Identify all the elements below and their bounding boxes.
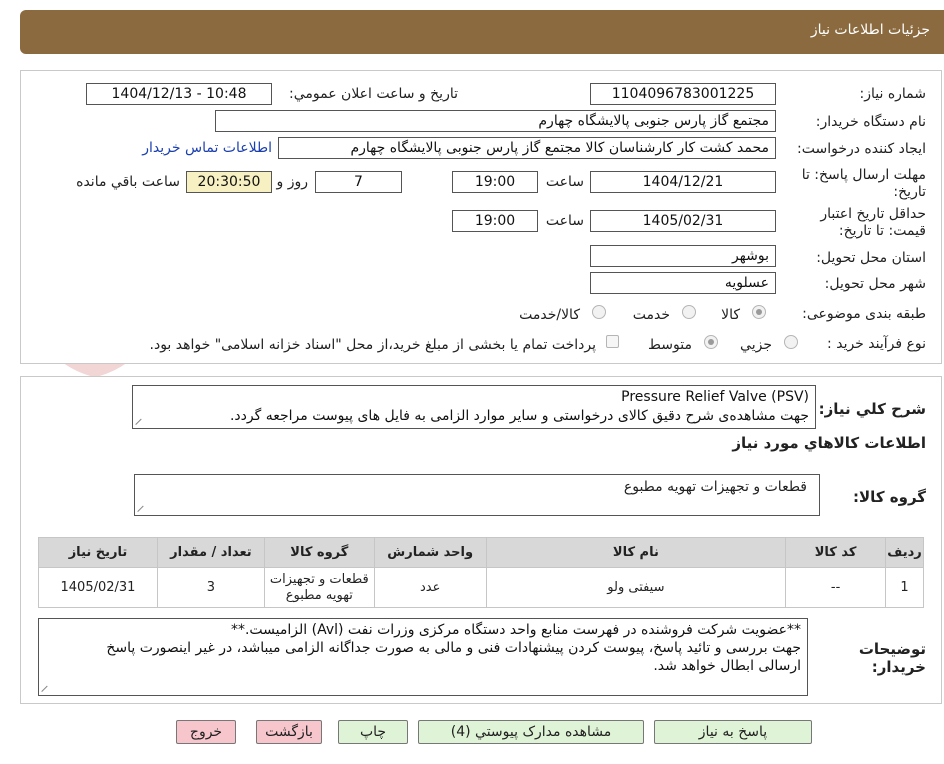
city-label: شهر محل تحويل:: [824, 276, 926, 292]
goods-group-textarea: قطعات و تجهيزات تهويه مطبوع: [134, 474, 820, 516]
goods-table: رديف کد کالا نام کالا واحد شمارش گروه کا…: [38, 537, 924, 608]
goods-table-header: رديف کد کالا نام کالا واحد شمارش گروه کا…: [38, 537, 924, 568]
notes-line-2: جهت بررسی و تائید پاسخ، پیوست کردن پیشنه…: [106, 640, 801, 656]
category-option-service: خدمت: [632, 307, 670, 323]
remaining-time-label: ساعت باقي مانده: [76, 174, 180, 190]
validity-date-field: 1405/02/31: [590, 210, 776, 232]
validity-time-label: ساعت: [545, 213, 584, 229]
province-label: استان محل تحويل:: [816, 250, 926, 266]
notes-textarea: **عضویت شرکت فروشنده در فهرست منابع واحد…: [38, 618, 808, 696]
buyer-org-label: نام دستگاه خريدار:: [815, 114, 926, 130]
announce-label: تاریخ و ساعت اعلان عمومي:: [289, 86, 458, 102]
process-option-medium: متوسط: [648, 337, 692, 353]
buyer-contact-link[interactable]: اطلاعات تماس خريدار: [142, 140, 272, 156]
category-option-goods-service: کالا/خدمت: [519, 307, 580, 323]
cell-name: سیفتی ولو: [485, 567, 787, 608]
category-radio-goods-service[interactable]: [592, 305, 606, 319]
validity-label-1: حداقل تاريخ اعتبار: [820, 206, 926, 222]
process-radio-minor[interactable]: [784, 335, 798, 349]
process-label: نوع فرآيند خريد :: [827, 336, 926, 352]
remaining-time-field: 20:30:50: [186, 171, 272, 193]
validity-time-field: 19:00: [452, 210, 538, 232]
col-row-header: رديف: [885, 537, 924, 568]
validity-label-2: قيمت: تا تاریخ:: [838, 223, 926, 239]
col-unit-header: واحد شمارش: [373, 537, 487, 568]
page-title: جزئیات اطلاعات نیاز: [810, 22, 930, 38]
category-label: طبقه بندی موضوعی:: [802, 306, 926, 322]
deadline-label-2: تاریخ:: [893, 184, 926, 200]
deadline-label-1: مهلت ارسال پاسخ: تا: [801, 167, 926, 183]
col-date-header: تاريخ نياز: [38, 537, 158, 568]
city-field: عسلويه: [590, 272, 776, 294]
notes-line-1: **عضویت شرکت فروشنده در فهرست منابع واحد…: [230, 622, 801, 638]
cell-row: 1: [885, 567, 924, 608]
need-number-field: 1104096783001225: [590, 83, 776, 105]
cell-qty: 3: [156, 567, 265, 608]
reply-button[interactable]: پاسخ به نياز: [654, 720, 812, 744]
deadline-time-label: ساعت: [545, 174, 584, 190]
notes-line-3: ارسالی ابطال خواهد شد.: [653, 658, 801, 674]
announce-field: 1404/12/13 - 10:48: [86, 83, 272, 105]
col-group-header: گروه کالا: [263, 537, 375, 568]
category-option-goods: کالا: [721, 307, 740, 323]
goods-group-label: گروه کالا:: [853, 488, 926, 506]
summary-line-2: جهت مشاهده‌ی شرح دقیق کالای درخواستی و س…: [229, 408, 809, 424]
resize-handle-icon[interactable]: [138, 504, 146, 512]
category-radio-goods[interactable]: [752, 305, 766, 319]
requester-label: ايجاد کننده درخواست:: [797, 141, 926, 157]
col-qty-header: تعداد / مقدار: [156, 537, 265, 568]
print-button[interactable]: چاپ: [338, 720, 408, 744]
col-code-header: کد کالا: [785, 537, 887, 568]
back-button[interactable]: بازگشت: [256, 720, 322, 744]
goods-group-value: قطعات و تجهيزات تهويه مطبوع: [623, 479, 807, 495]
view-attachments-button[interactable]: مشاهده مدارک پيوستي (4): [418, 720, 644, 744]
summary-line-1: Pressure Relief Valve (PSV): [621, 389, 809, 405]
resize-handle-icon[interactable]: [136, 417, 144, 425]
cell-unit: عدد: [373, 567, 487, 608]
deadline-days-label: روز و: [276, 174, 309, 190]
requester-field: محمد کشت کار کارشناسان کالا مجتمع گاز پا…: [278, 137, 776, 159]
cell-date: 1405/02/31: [38, 567, 158, 608]
deadline-days-field: 7: [315, 171, 402, 193]
summary-textarea: Pressure Relief Valve (PSV) جهت مشاهده‌ی…: [132, 385, 816, 429]
exit-button[interactable]: خروج: [176, 720, 236, 744]
resize-handle-icon[interactable]: [42, 684, 50, 692]
treasury-payment-note: پرداخت تمام يا بخشی از مبلغ خريد،از محل …: [149, 337, 596, 353]
category-radio-service[interactable]: [682, 305, 696, 319]
page-header: جزئیات اطلاعات نیاز: [20, 10, 944, 54]
col-name-header: نام کالا: [485, 537, 787, 568]
deadline-date-field: 1404/12/21: [590, 171, 776, 193]
table-row: 1 -- سیفتی ولو عدد قطعات و تجهيزات تهويه…: [38, 567, 924, 608]
cell-code: --: [785, 567, 887, 608]
summary-label: شرح کلي نياز:: [818, 400, 926, 418]
buyer-org-field: مجتمع گاز پارس جنوبی پالايشگاه چهارم: [215, 110, 776, 132]
treasury-payment-checkbox[interactable]: [606, 335, 619, 348]
province-field: بوشهر: [590, 245, 776, 267]
goods-section-title: اطلاعات کالاهاي مورد نياز: [732, 434, 926, 452]
need-number-label: شماره نیاز:: [859, 86, 927, 102]
notes-label-2: خريدار:: [871, 658, 926, 676]
notes-label-1: توضيحات: [858, 640, 926, 658]
cell-group: قطعات و تجهيزات تهويه مطبوع: [263, 567, 375, 608]
deadline-time-field: 19:00: [452, 171, 538, 193]
process-option-minor: جزيي: [740, 337, 772, 353]
process-radio-medium[interactable]: [704, 335, 718, 349]
